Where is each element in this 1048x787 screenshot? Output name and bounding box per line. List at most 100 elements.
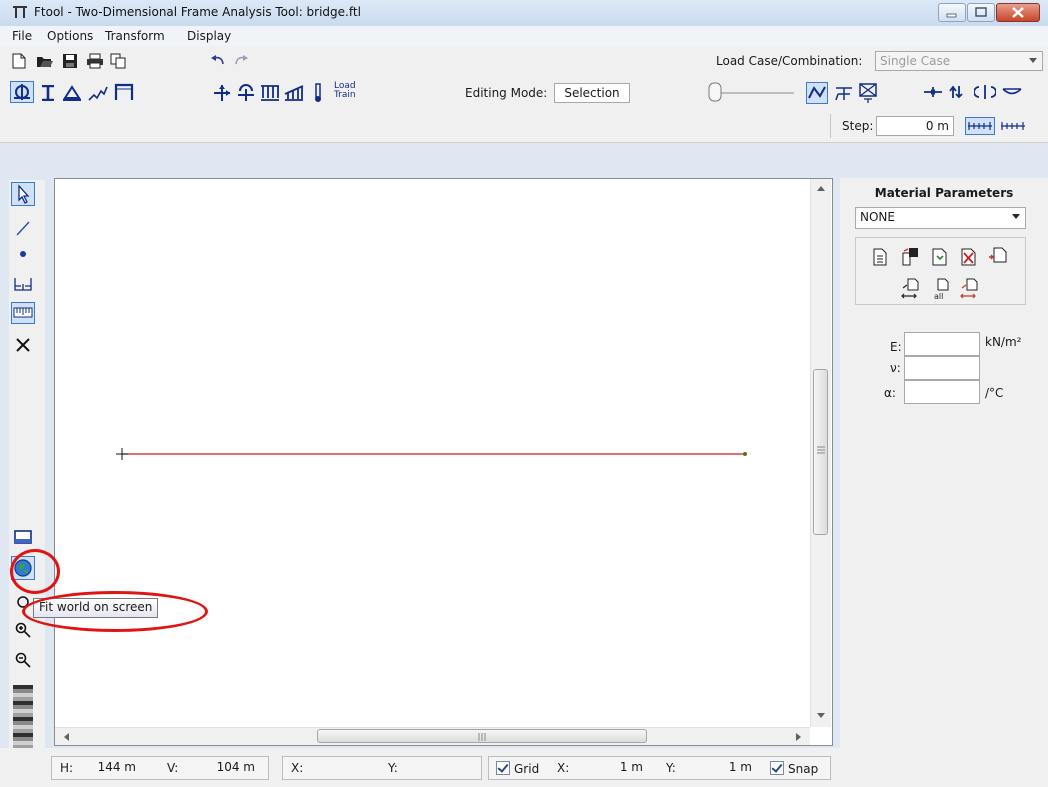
dimension-icon[interactable] (13, 276, 33, 292)
new-file-icon[interactable] (12, 53, 26, 69)
frame-app-icon (13, 6, 27, 18)
step-ruler-alt-icon[interactable] (999, 118, 1027, 134)
material-dropdown[interactable]: NONE (855, 207, 1026, 229)
linear-load-icon[interactable] (284, 84, 304, 102)
thermal-load-icon[interactable] (314, 83, 322, 103)
redo-icon[interactable] (233, 55, 249, 67)
copy-icon[interactable] (110, 53, 126, 69)
frame-portal-icon[interactable] (114, 83, 134, 101)
copy-material-icon[interactable] (988, 247, 1008, 267)
h-field[interactable]: 144 m (78, 758, 140, 778)
v-field[interactable]: 104 m (185, 758, 259, 778)
horizontal-scrollbar[interactable] (55, 727, 810, 745)
menu-transform[interactable]: Transform (105, 29, 165, 43)
h-label: H: (60, 761, 74, 775)
grid-ruler-icon (13, 307, 33, 318)
grid-toggle-button[interactable] (11, 302, 35, 324)
delete-x-icon[interactable] (15, 337, 31, 353)
load-material-icon[interactable] (931, 247, 949, 267)
grid-y-field[interactable]: 1 m (684, 758, 756, 778)
scroll-up-icon[interactable] (817, 185, 825, 191)
v-label: V: (167, 761, 179, 775)
maximize-button[interactable] (967, 3, 995, 22)
v-value: 104 m (216, 760, 255, 774)
deflection-icon[interactable] (1002, 86, 1022, 98)
select-tool-button[interactable] (11, 182, 35, 206)
scroll-down-icon[interactable] (817, 713, 825, 719)
status-bar: H: 144 m V: 104 m X: Y: Grid X: 1 m Y: 1… (0, 748, 1048, 787)
alpha-field[interactable] (904, 380, 980, 404)
grid-label: Grid (514, 762, 540, 776)
node-crosshair-left[interactable] (116, 448, 128, 460)
menu-options[interactable]: Options (47, 29, 93, 43)
material-value: NONE (860, 210, 895, 224)
vertical-scroll-thumb[interactable] (813, 369, 828, 535)
menu-bar: File Options Transform Display (0, 26, 1048, 46)
delete-material-icon[interactable] (960, 247, 978, 267)
structure-toolbar: Load Train Editing Mode: Selection (0, 76, 1048, 111)
vertical-scrollbar[interactable] (810, 179, 831, 727)
cursor-x-label: X: (291, 761, 304, 775)
scroll-left-icon[interactable] (63, 733, 69, 741)
zoom-window-icon[interactable] (14, 530, 32, 546)
zoom-out-icon[interactable] (15, 652, 31, 668)
axial-force-icon[interactable] (923, 86, 943, 98)
new-material-icon[interactable] (872, 248, 888, 266)
frame-model-button[interactable] (10, 81, 34, 103)
undo-icon[interactable] (210, 55, 226, 67)
select-arrow-icon (18, 184, 30, 204)
step-toolbar: Step: 0 m (0, 110, 1048, 143)
minimize-icon (946, 13, 957, 18)
moment-load-icon[interactable] (236, 83, 256, 103)
open-folder-icon[interactable] (36, 53, 54, 69)
draw-line-icon[interactable] (15, 220, 31, 236)
menu-file[interactable]: File (12, 29, 32, 43)
scale-slider-track[interactable] (718, 92, 794, 94)
window-controls (937, 3, 1040, 22)
snap-checkbox[interactable]: Snap (770, 761, 818, 776)
minimize-button[interactable] (938, 3, 966, 22)
assign-material-icon[interactable] (901, 278, 919, 300)
influence-lines-icon[interactable] (858, 82, 878, 104)
remove-material-icon[interactable] (960, 278, 978, 300)
close-button[interactable] (996, 3, 1040, 22)
e-field[interactable] (904, 332, 980, 356)
nu-field[interactable] (904, 356, 980, 380)
load-case-dropdown[interactable]: Single Case (875, 51, 1043, 71)
draw-node-icon[interactable] (19, 250, 27, 258)
scroll-grip-h-icon (478, 733, 486, 741)
section-i-icon[interactable] (41, 85, 55, 101)
bending-moment-icon[interactable] (974, 84, 996, 100)
deformed-view-button[interactable] (806, 82, 828, 104)
save-icon[interactable] (62, 53, 78, 69)
uniform-load-icon[interactable] (260, 84, 280, 102)
menu-display[interactable]: Display (187, 29, 231, 43)
support-triangle-icon[interactable] (63, 85, 81, 101)
canvas-size-group: H: 144 m V: 104 m (51, 756, 269, 780)
grid-checkbox[interactable]: Grid (496, 761, 539, 776)
step-field[interactable]: 0 m (876, 116, 954, 136)
results-diagram-icon[interactable] (834, 84, 854, 102)
load-train-label-bottom[interactable]: Train (334, 91, 356, 100)
drawing-canvas[interactable] (54, 178, 833, 746)
save-material-icon[interactable] (901, 247, 919, 267)
horizontal-scroll-thumb[interactable] (317, 729, 647, 743)
node-right[interactable] (743, 452, 747, 456)
zoom-in-icon[interactable] (15, 622, 31, 638)
nodal-load-icon[interactable] (213, 84, 231, 102)
scroll-grip-icon (817, 446, 825, 454)
print-icon[interactable] (86, 53, 104, 69)
assign-all-material-icon[interactable]: all (931, 278, 949, 300)
editing-mode-label: Editing Mode: (465, 86, 548, 100)
scroll-right-icon[interactable] (796, 733, 802, 741)
grid-check-icon (496, 761, 510, 775)
load-case-value: Single Case (880, 54, 951, 68)
grid-x-field[interactable]: 1 m (575, 758, 647, 778)
editing-mode-field[interactable]: Selection (554, 83, 630, 103)
spring-support-icon[interactable] (88, 85, 108, 101)
scale-slider-thumb[interactable] (708, 82, 722, 102)
cursor-y-label: Y: (388, 761, 398, 775)
step-mode-button[interactable] (965, 117, 995, 135)
shear-force-icon[interactable] (948, 85, 968, 99)
toolbar-separator (830, 114, 831, 138)
